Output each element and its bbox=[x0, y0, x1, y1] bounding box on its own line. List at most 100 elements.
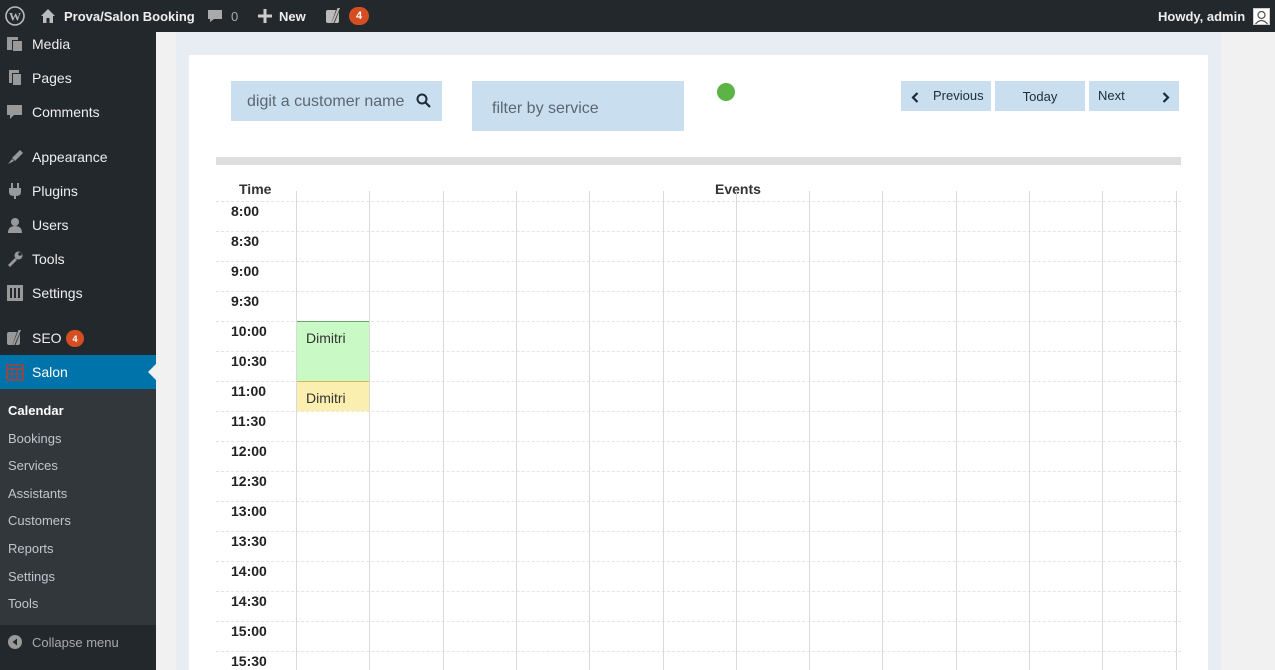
menu-item-appearance[interactable]: Appearance bbox=[0, 140, 156, 174]
menu-item-tools[interactable]: Tools bbox=[0, 242, 156, 276]
plugins-icon bbox=[6, 182, 24, 200]
comments-icon bbox=[6, 103, 24, 121]
menu-label: Appearance bbox=[32, 149, 108, 165]
menu-item-comments[interactable]: Comments bbox=[0, 95, 156, 129]
time-column-header: Time bbox=[239, 181, 272, 197]
menu-label: Salon bbox=[32, 364, 68, 380]
event-column-divider bbox=[369, 191, 370, 670]
event-column-divider bbox=[516, 191, 517, 670]
submenu-settings[interactable]: Settings bbox=[8, 569, 55, 584]
comment-bubble-icon bbox=[207, 8, 223, 24]
salon-submenu: Calendar Bookings Services Assistants Cu… bbox=[0, 389, 156, 625]
menu-label: Comments bbox=[32, 104, 100, 120]
time-label: 12:30 bbox=[231, 473, 267, 489]
submenu-customers[interactable]: Customers bbox=[8, 513, 71, 528]
time-label: 10:00 bbox=[231, 323, 267, 339]
time-slot-row bbox=[216, 561, 1181, 562]
time-label: 15:30 bbox=[231, 653, 267, 669]
menu-label: SEO bbox=[32, 330, 62, 346]
today-button[interactable]: Today bbox=[995, 81, 1085, 111]
time-label: 15:00 bbox=[231, 623, 267, 639]
seo-icon bbox=[6, 329, 24, 347]
time-slot-row bbox=[216, 531, 1181, 532]
menu-label: Media bbox=[32, 36, 71, 52]
new-label: New bbox=[279, 8, 306, 24]
seo-adminbar-link[interactable]: 4 bbox=[325, 0, 369, 32]
submenu-calendar[interactable]: Calendar bbox=[8, 403, 64, 418]
menu-label: Settings bbox=[32, 285, 83, 301]
next-label: Next bbox=[1098, 88, 1125, 103]
customer-search-box[interactable]: digit a customer name bbox=[231, 81, 442, 121]
time-slot-row bbox=[216, 291, 1181, 292]
time-slot-row bbox=[216, 261, 1181, 262]
submenu-assistants[interactable]: Assistants bbox=[8, 486, 67, 501]
seo-count-badge: 4 bbox=[349, 7, 369, 25]
site-name: Prova/Salon Booking bbox=[64, 8, 195, 24]
salon-icon bbox=[6, 363, 24, 381]
event-column-divider bbox=[1029, 191, 1030, 670]
submenu-tools[interactable]: Tools bbox=[8, 596, 38, 611]
event-column-divider bbox=[882, 191, 883, 670]
comments-count: 0 bbox=[231, 8, 239, 24]
toolbar-divider bbox=[216, 157, 1181, 165]
time-slot-row bbox=[216, 201, 1181, 202]
menu-label: Pages bbox=[32, 70, 72, 86]
next-button[interactable]: Next bbox=[1089, 81, 1179, 111]
time-slot-row bbox=[216, 411, 1181, 412]
settings-icon bbox=[6, 284, 24, 302]
previous-button[interactable]: Previous bbox=[901, 81, 991, 111]
time-slot-row bbox=[216, 471, 1181, 472]
booking-event[interactable]: Dimitri bbox=[297, 321, 369, 381]
time-slot-row bbox=[216, 651, 1181, 652]
collapse-menu-button[interactable]: Collapse menu bbox=[0, 625, 156, 659]
menu-label: Users bbox=[32, 217, 69, 233]
chevron-left-icon bbox=[911, 91, 919, 106]
menu-item-users[interactable]: Users bbox=[0, 208, 156, 242]
time-label: 11:30 bbox=[231, 413, 267, 429]
event-column-divider bbox=[296, 191, 297, 670]
service-filter-label: filter by service bbox=[492, 100, 599, 117]
event-column-divider bbox=[1102, 191, 1103, 670]
time-label: 9:00 bbox=[231, 263, 260, 279]
menu-item-seo[interactable]: SEO 4 bbox=[0, 321, 156, 355]
menu-item-media[interactable]: Media bbox=[0, 27, 156, 61]
greeting: Howdy, admin bbox=[1158, 8, 1246, 24]
menu-item-salon[interactable]: Salon bbox=[0, 355, 156, 389]
collapse-arrow-icon bbox=[8, 635, 22, 652]
event-column-divider bbox=[1176, 191, 1177, 670]
event-column-divider bbox=[809, 191, 810, 670]
collapse-label: Collapse menu bbox=[32, 635, 119, 650]
my-account-link[interactable]: Howdy, admin bbox=[1158, 0, 1271, 32]
menu-item-settings[interactable]: Settings bbox=[0, 276, 156, 310]
avatar bbox=[1253, 7, 1271, 25]
time-slot-row bbox=[216, 231, 1181, 232]
event-column-divider bbox=[443, 191, 444, 670]
customer-search-input[interactable]: digit a customer name bbox=[247, 93, 404, 111]
media-icon bbox=[6, 35, 24, 53]
submenu-reports[interactable]: Reports bbox=[8, 541, 54, 556]
today-label: Today bbox=[1022, 88, 1058, 104]
submenu-bookings[interactable]: Bookings bbox=[8, 431, 61, 446]
event-column-divider bbox=[736, 191, 737, 670]
time-label: 9:30 bbox=[231, 293, 260, 309]
seo-menu-badge: 4 bbox=[66, 330, 84, 347]
time-label: 13:30 bbox=[231, 533, 267, 549]
booking-event[interactable]: Dimitri bbox=[297, 381, 369, 411]
event-column-divider bbox=[663, 191, 664, 670]
time-label: 14:30 bbox=[231, 593, 267, 609]
admin-sidebar: Media Pages Comments Appearance Plugins … bbox=[0, 32, 156, 670]
time-slot-row bbox=[216, 441, 1181, 442]
service-filter-select[interactable]: filter by service bbox=[472, 81, 684, 131]
chevron-right-icon bbox=[1162, 91, 1170, 106]
tools-icon bbox=[6, 250, 24, 268]
menu-item-plugins[interactable]: Plugins bbox=[0, 174, 156, 208]
time-slot-row bbox=[216, 621, 1181, 622]
menu-item-pages[interactable]: Pages bbox=[0, 61, 156, 95]
time-slot-row bbox=[216, 501, 1181, 502]
pages-icon bbox=[6, 69, 24, 87]
submenu-services[interactable]: Services bbox=[8, 458, 58, 473]
time-label: 8:00 bbox=[231, 203, 260, 219]
svg-text:W: W bbox=[9, 10, 21, 24]
new-content-link[interactable]: New bbox=[258, 0, 306, 32]
comments-link[interactable]: 0 bbox=[207, 0, 238, 32]
